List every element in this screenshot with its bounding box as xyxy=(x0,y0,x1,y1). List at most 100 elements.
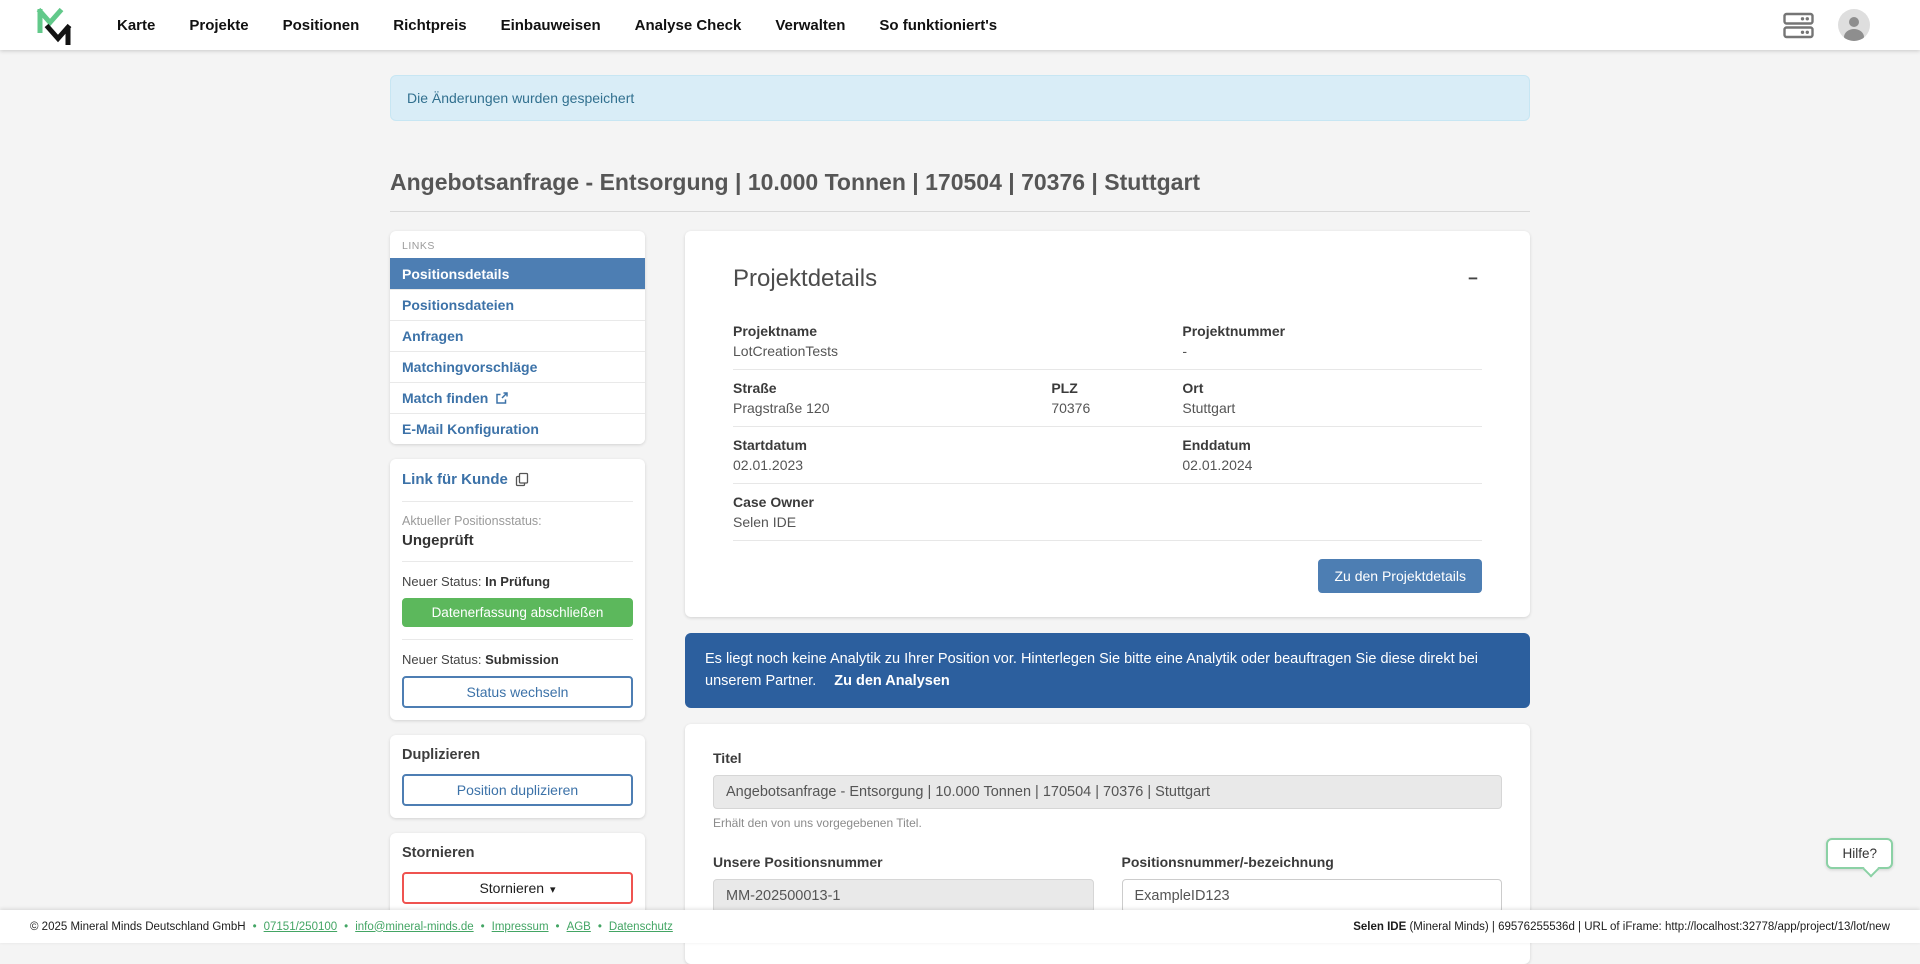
project-details-title: Projektdetails xyxy=(733,265,877,293)
field-label: Straße xyxy=(733,380,1051,396)
nav-item-einbauweisen[interactable]: Einbauweisen xyxy=(501,17,601,34)
current-status-value: Ungeprüft xyxy=(402,532,633,549)
footer-link-email[interactable]: info@mineral-minds.de xyxy=(355,921,473,933)
current-status-section: Aktueller Positionsstatus: Ungeprüft xyxy=(402,501,633,561)
links-card: LINKS Positionsdetails Positionsdateien … xyxy=(390,231,645,444)
analytics-banner-text: Es liegt noch keine Analytik zu Ihrer Po… xyxy=(705,651,1478,689)
field-value: 70376 xyxy=(1051,400,1182,416)
nav-item-analyse-check[interactable]: Analyse Check xyxy=(635,17,742,34)
field-label: Enddatum xyxy=(1182,437,1482,453)
project-row-case-owner: Case Owner Selen IDE xyxy=(733,484,1482,541)
footer-link-datenschutz[interactable]: Datenschutz xyxy=(609,921,673,933)
app-logo[interactable] xyxy=(35,5,73,45)
footer-session-info: Selen IDE (Mineral Minds) | 69576255536d… xyxy=(1353,921,1890,933)
footer-link-phone[interactable]: 07151/250100 xyxy=(264,921,338,933)
field-value: Selen IDE xyxy=(733,514,1482,530)
field-value: Stuttgart xyxy=(1182,400,1482,416)
save-success-alert: Die Änderungen wurden gespeichert xyxy=(390,75,1530,121)
go-to-project-details-button[interactable]: Zu den Projektdetails xyxy=(1318,559,1482,593)
sidebar-item-email-konfiguration[interactable]: E-Mail Konfiguration xyxy=(390,413,645,444)
field-value: 02.01.2024 xyxy=(1182,457,1482,473)
next-status-review-section: Neuer Status: In Prüfung Datenerfassung … xyxy=(402,561,633,639)
caret-down-icon: ▾ xyxy=(550,884,556,896)
collapse-icon[interactable]: − xyxy=(1464,269,1482,289)
next-status-value: In Prüfung xyxy=(485,574,550,589)
complete-data-entry-button[interactable]: Datenerfassung abschließen xyxy=(402,598,633,627)
footer-separator: • xyxy=(253,921,257,933)
project-row-address: Straße Pragstraße 120 PLZ 70376 Ort Stut… xyxy=(733,370,1482,427)
help-button[interactable]: Hilfe? xyxy=(1826,838,1893,869)
sidebar-item-positionsdateien[interactable]: Positionsdateien xyxy=(390,289,645,320)
next-status-value: Submission xyxy=(485,652,559,667)
content: Die Änderungen wurden gespeichert Angebo… xyxy=(390,75,1530,964)
field-value: 02.01.2023 xyxy=(733,457,1182,473)
field-label: Case Owner xyxy=(733,494,1482,510)
field-value: LotCreationTests xyxy=(733,343,1182,359)
nav-item-projekte[interactable]: Projekte xyxy=(189,17,248,34)
nav-item-karte[interactable]: Karte xyxy=(117,17,155,34)
cancel-card-title: Stornieren xyxy=(402,845,633,861)
footer-left: © 2025 Mineral Minds Deutschland GmbH • … xyxy=(30,921,673,933)
our-number-input xyxy=(713,879,1094,913)
title-field-helper: Erhält den von uns vorgegebenen Titel. xyxy=(713,816,1502,830)
external-link-icon xyxy=(495,392,508,405)
customer-link-section: Link für Kunde xyxy=(402,459,633,501)
topbar-right xyxy=(1783,9,1870,41)
go-to-analyses-link[interactable]: Zu den Analysen xyxy=(834,673,949,689)
server-icon[interactable] xyxy=(1783,12,1814,39)
sidebar-item-anfragen[interactable]: Anfragen xyxy=(390,320,645,351)
sidebar: LINKS Positionsdetails Positionsdateien … xyxy=(390,231,645,916)
field-value: - xyxy=(1182,343,1482,359)
links-header: LINKS xyxy=(390,231,645,258)
cancel-button-label: Stornieren xyxy=(479,880,544,896)
analytics-banner: Es liegt noch keine Analytik zu Ihrer Po… xyxy=(685,633,1530,708)
position-number-label: Positionsnummer/-bezeichnung xyxy=(1122,854,1503,870)
footer-session-text: (Mineral Minds) | 69576255536d | URL of … xyxy=(1406,921,1890,933)
duplicate-card-title: Duplizieren xyxy=(402,747,633,763)
next-status-label: Neuer Status: xyxy=(402,574,482,589)
footer-link-agb[interactable]: AGB xyxy=(567,921,591,933)
field-label: PLZ xyxy=(1051,380,1182,396)
duplicate-position-button[interactable]: Position duplizieren xyxy=(402,774,633,806)
footer-separator: • xyxy=(556,921,560,933)
cancel-card: Stornieren Stornieren ▾ xyxy=(390,833,645,916)
sidebar-item-match-finden[interactable]: Match finden xyxy=(390,382,645,413)
field-label: Startdatum xyxy=(733,437,1182,453)
project-row-name-number: Projektname LotCreationTests Projektnumm… xyxy=(733,313,1482,370)
field-label: Projektnummer xyxy=(1182,323,1482,339)
topbar: Karte Projekte Positionen Richtpreis Ein… xyxy=(0,0,1920,50)
current-status-label: Aktueller Positionsstatus: xyxy=(402,514,633,528)
footer-separator: • xyxy=(598,921,602,933)
person-icon xyxy=(1838,11,1870,41)
footer-separator: • xyxy=(481,921,485,933)
copy-icon xyxy=(515,472,529,487)
footer-separator: • xyxy=(344,921,348,933)
title-field-label: Titel xyxy=(713,750,1502,766)
sidebar-item-positionsdetails[interactable]: Positionsdetails xyxy=(390,258,645,289)
nav-item-richtpreis[interactable]: Richtpreis xyxy=(393,17,466,34)
page-title: Angebotsanfrage - Entsorgung | 10.000 To… xyxy=(390,169,1530,212)
field-value: Pragstraße 120 xyxy=(733,400,1051,416)
title-input xyxy=(713,775,1502,809)
nav-item-positionen[interactable]: Positionen xyxy=(283,17,360,34)
duplicate-card: Duplizieren Position duplizieren xyxy=(390,735,645,818)
cancel-dropdown-button[interactable]: Stornieren ▾ xyxy=(402,872,633,904)
nav-item-so-funktionierts[interactable]: So funktioniert's xyxy=(879,17,997,34)
field-label: Projektname xyxy=(733,323,1182,339)
position-number-input[interactable] xyxy=(1122,879,1503,913)
footer-user: Selen IDE xyxy=(1353,921,1406,933)
field-label: Ort xyxy=(1182,380,1482,396)
sidebar-item-label: Match finden xyxy=(402,390,488,406)
customer-link[interactable]: Link für Kunde xyxy=(402,471,529,488)
footer-copyright: © 2025 Mineral Minds Deutschland GmbH xyxy=(30,921,246,933)
status-card: Link für Kunde Aktueller Positionsstatus… xyxy=(390,459,645,720)
next-status-submission-section: Neuer Status: Submission Status wechseln xyxy=(402,639,633,720)
user-avatar[interactable] xyxy=(1838,9,1870,41)
sidebar-item-matchingvorschlaege[interactable]: Matchingvorschläge xyxy=(390,351,645,382)
footer-link-impressum[interactable]: Impressum xyxy=(492,921,549,933)
switch-status-button[interactable]: Status wechseln xyxy=(402,676,633,708)
main-column: Projektdetails − Projektname LotCreation… xyxy=(685,231,1530,964)
next-status-label: Neuer Status: xyxy=(402,652,482,667)
logo-icon xyxy=(35,5,73,45)
nav-item-verwalten[interactable]: Verwalten xyxy=(775,17,845,34)
